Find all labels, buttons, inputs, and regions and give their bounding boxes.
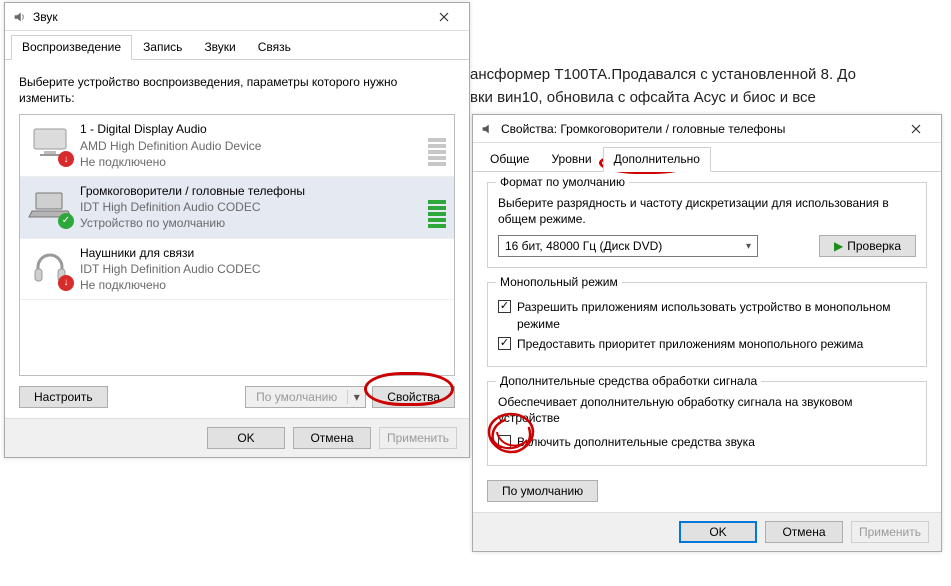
exclusive-priority-label: Предоставить приоритет приложениям моноп… [517, 336, 863, 352]
device-status: Не подключено [80, 154, 428, 170]
device-title: Наушники для связи [80, 245, 446, 261]
default-format-group: Формат по умолчанию Выберите разрядность… [487, 182, 927, 268]
device-list[interactable]: ↓ 1 - Digital Display Audio AMD High Def… [19, 114, 455, 376]
device-item[interactable]: ↓ 1 - Digital Display Audio AMD High Def… [20, 115, 454, 177]
props-tabstrip: Общие Уровни Дополнительно [473, 143, 941, 172]
format-select[interactable]: 16 бит, 48000 Гц (Диск DVD) ▾ [498, 235, 758, 257]
configure-button[interactable]: Настроить [19, 386, 108, 408]
properties-button[interactable]: Свойства [372, 386, 455, 408]
level-meter [428, 121, 446, 170]
sound-title: Звук [33, 10, 425, 24]
exclusive-priority-checkbox[interactable] [498, 337, 511, 350]
format-description: Выберите разрядность и частоту дискретиз… [498, 195, 916, 227]
apply-button[interactable]: Применить [851, 521, 929, 543]
enhance-description: Обеспечивает дополнительную обработку си… [498, 394, 916, 426]
enable-enhancements-label: Включить дополнительные средства звука [517, 434, 755, 450]
group-legend: Дополнительные средства обработки сигнал… [496, 374, 761, 388]
sound-titlebar: Звук [5, 3, 469, 31]
playback-instruction: Выберите устройство воспроизведения, пар… [19, 74, 455, 106]
play-icon: ▶ [834, 239, 843, 253]
props-close-button[interactable] [897, 118, 935, 140]
level-meter [428, 183, 446, 232]
device-item[interactable]: ↓ Наушники для связи IDT High Definition… [20, 239, 454, 301]
laptop-speaker-icon: ✓ [28, 183, 72, 227]
status-badge-down-icon: ↓ [58, 151, 74, 167]
device-title: Громкоговорители / головные телефоны [80, 183, 428, 199]
tab-playback[interactable]: Воспроизведение [11, 35, 132, 60]
status-badge-check-icon: ✓ [58, 213, 74, 229]
test-label: Проверка [847, 239, 901, 253]
test-button[interactable]: ▶ Проверка [819, 235, 916, 257]
device-title: 1 - Digital Display Audio [80, 121, 428, 137]
exclusive-mode-group: Монопольный режим Разрешить приложениям … [487, 282, 927, 367]
chevron-down-icon: ▾ [347, 390, 365, 404]
device-driver: AMD High Definition Audio Device [80, 138, 428, 154]
ok-button[interactable]: OK [679, 521, 757, 543]
restore-defaults-button[interactable]: По умолчанию [487, 480, 598, 502]
sound-icon [11, 9, 27, 25]
signal-enhancements-group: Дополнительные средства обработки сигнал… [487, 381, 927, 466]
sound-tabstrip: Воспроизведение Запись Звуки Связь [5, 31, 469, 60]
device-item[interactable]: ✓ Громкоговорители / головные телефоны I… [20, 177, 454, 239]
tab-advanced[interactable]: Дополнительно [603, 147, 711, 172]
device-driver: IDT High Definition Audio CODEC [80, 199, 428, 215]
properties-window: Свойства: Громкоговорители / головные те… [472, 114, 942, 552]
group-legend: Формат по умолчанию [496, 175, 629, 189]
background-article-text: ансформер Т100ТА.Продавался с установлен… [470, 64, 856, 109]
sound-close-button[interactable] [425, 6, 463, 28]
tab-levels[interactable]: Уровни [540, 147, 602, 171]
tab-recording[interactable]: Запись [132, 35, 193, 59]
props-title: Свойства: Громкоговорители / головные те… [501, 122, 897, 136]
speaker-icon [479, 121, 495, 137]
chevron-down-icon: ▾ [746, 241, 751, 252]
monitor-icon: ↓ [28, 121, 72, 165]
tab-general[interactable]: Общие [479, 147, 540, 171]
tab-sounds[interactable]: Звуки [193, 35, 246, 59]
status-badge-down-icon: ↓ [58, 275, 74, 291]
format-select-value: 16 бит, 48000 Гц (Диск DVD) [505, 239, 662, 253]
sound-footer: OK Отмена Применить [5, 418, 469, 457]
ok-button[interactable]: OK [207, 427, 285, 449]
props-titlebar: Свойства: Громкоговорители / головные те… [473, 115, 941, 143]
cancel-button[interactable]: Отмена [765, 521, 843, 543]
allow-exclusive-label: Разрешить приложениям использовать устро… [517, 299, 916, 331]
enable-enhancements-checkbox[interactable] [498, 435, 511, 448]
set-default-button[interactable]: По умолчанию ▾ [245, 386, 366, 408]
device-status: Устройство по умолчанию [80, 215, 428, 231]
apply-button[interactable]: Применить [379, 427, 457, 449]
headphones-icon: ↓ [28, 245, 72, 289]
allow-exclusive-checkbox[interactable] [498, 300, 511, 313]
sound-window: Звук Воспроизведение Запись Звуки Связь … [4, 2, 470, 458]
set-default-label: По умолчанию [246, 390, 347, 404]
device-status: Не подключено [80, 277, 446, 293]
device-driver: IDT High Definition Audio CODEC [80, 261, 446, 277]
cancel-button[interactable]: Отмена [293, 427, 371, 449]
tab-communications[interactable]: Связь [247, 35, 302, 59]
props-footer: OK Отмена Применить [473, 512, 941, 551]
group-legend: Монопольный режим [496, 275, 622, 289]
